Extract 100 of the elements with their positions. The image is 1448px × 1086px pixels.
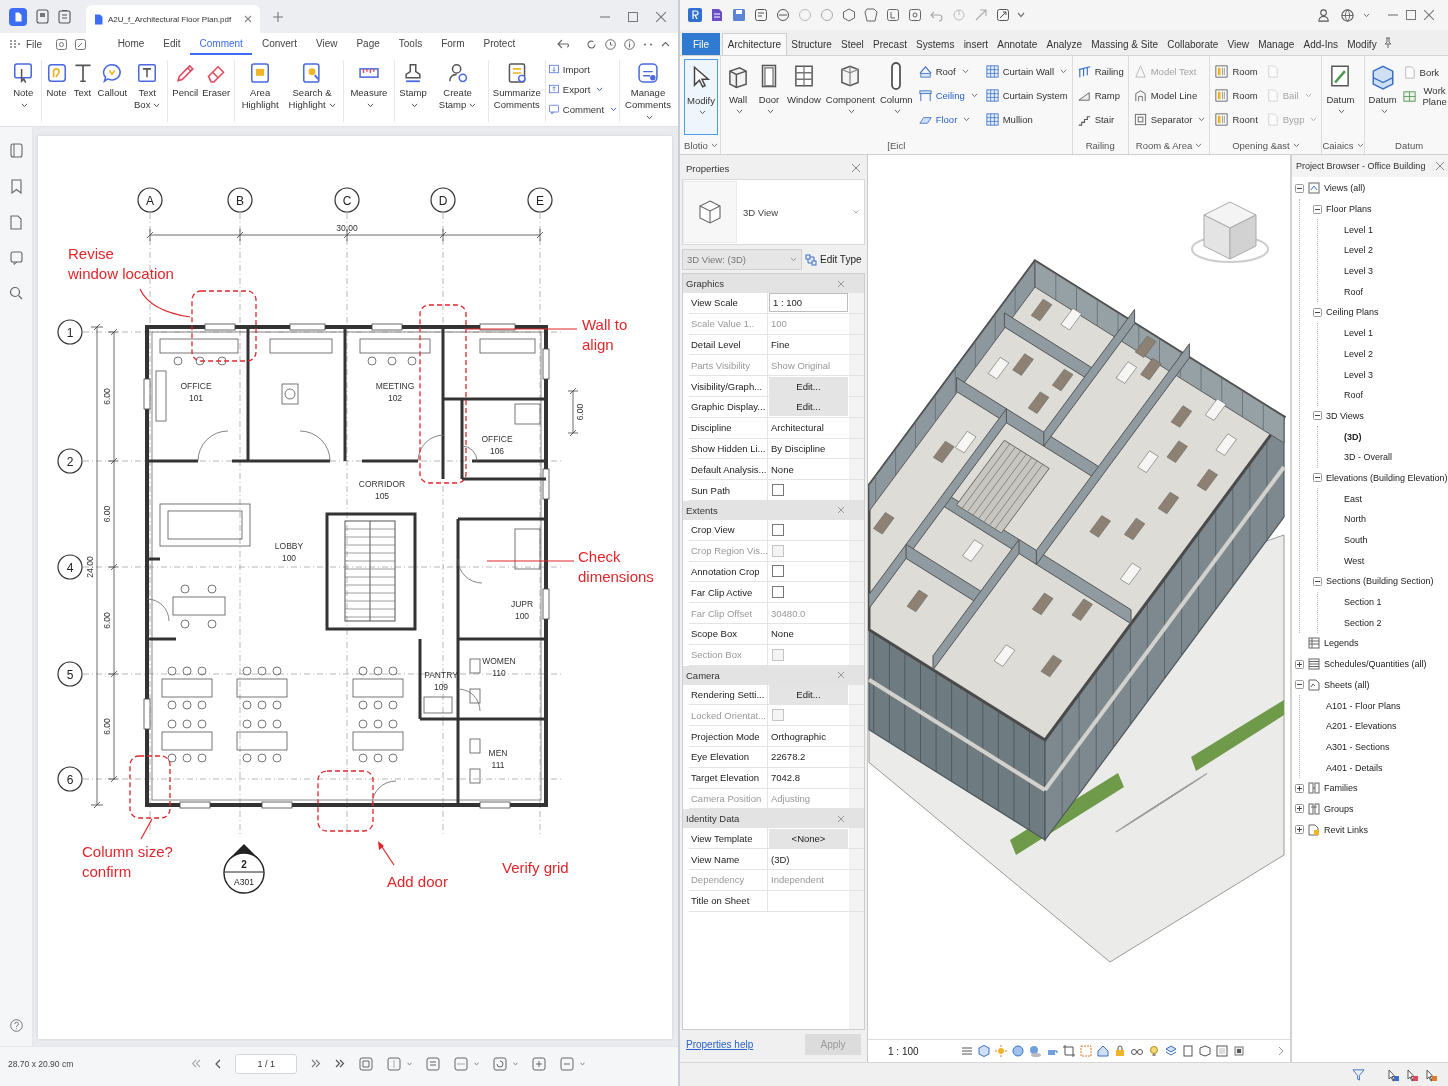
checkbox[interactable] xyxy=(772,565,784,578)
ribbon-tool-button[interactable]: Stamp xyxy=(396,60,430,111)
pointer-cube-icon[interactable] xyxy=(1424,1067,1438,1082)
ribbon-tab[interactable]: Manage xyxy=(1253,33,1299,55)
menu-tab[interactable]: Edit xyxy=(153,33,191,55)
edit-document-icon[interactable] xyxy=(75,38,87,50)
menu-tab[interactable]: Page xyxy=(346,33,390,55)
ribbon-tool-button[interactable]: Room xyxy=(1212,60,1260,82)
clock-icon[interactable] xyxy=(605,38,616,50)
ribbon-tool-button[interactable]: Column xyxy=(877,59,915,135)
lines-icon[interactable] xyxy=(959,1044,974,1058)
house-icon[interactable] xyxy=(1095,1044,1110,1058)
fit-width-icon[interactable] xyxy=(454,1056,469,1071)
property-button[interactable]: Edit... xyxy=(769,397,848,417)
ribbon-tool-button[interactable]: Stair xyxy=(1074,108,1126,130)
ribbon-tool-button[interactable]: Room xyxy=(1212,84,1260,106)
ribbon-tool-button[interactable]: Curtain Wall xyxy=(982,60,1070,82)
tree-item[interactable]: South xyxy=(1344,535,1368,546)
menu-tab[interactable]: Home xyxy=(108,33,154,55)
document-lines-icon[interactable] xyxy=(709,7,725,23)
shadow-icon[interactable] xyxy=(1027,1044,1042,1058)
tree-item[interactable]: North xyxy=(1344,514,1366,525)
document-icon[interactable] xyxy=(10,215,22,230)
ribbon-tool-button[interactable]: Datum xyxy=(1366,59,1399,135)
tree-item[interactable]: Roof xyxy=(1344,286,1363,297)
ribbon-tab[interactable]: Massing & Site xyxy=(1086,33,1163,55)
close-tab-icon[interactable] xyxy=(244,15,253,23)
search-icon[interactable] xyxy=(9,286,23,300)
ribbon-tool-button[interactable]: Curtain System xyxy=(982,84,1070,106)
panel-menu-button[interactable]: Room & Area xyxy=(1135,139,1203,151)
checkbox[interactable] xyxy=(772,484,784,497)
ribbon-tab[interactable]: insert xyxy=(959,33,993,55)
edit-type-button[interactable]: Edit Type xyxy=(805,253,862,266)
tree-item[interactable]: Views (all) xyxy=(1324,183,1366,194)
back-arrow-icon[interactable] xyxy=(556,39,569,49)
dropdown-icon[interactable] xyxy=(1363,12,1370,18)
clipboard-icon[interactable] xyxy=(58,9,71,24)
panel-menu-button[interactable]: Blotio xyxy=(684,139,718,151)
sphere-icon[interactable] xyxy=(1010,1044,1025,1058)
fit-page-icon[interactable] xyxy=(359,1056,374,1071)
ribbon-tool-button[interactable]: Door xyxy=(754,59,784,135)
minus-circle-icon[interactable] xyxy=(775,7,791,23)
tree-item[interactable]: 3D Views xyxy=(1326,410,1364,421)
collapse-toggle-icon[interactable] xyxy=(1313,411,1322,421)
tree-item[interactable]: Level 3 xyxy=(1344,266,1374,277)
two-page-icon[interactable] xyxy=(387,1056,402,1071)
save-icon[interactable] xyxy=(731,7,747,23)
ribbon-tool-button[interactable]: Work Plane xyxy=(1399,84,1448,108)
tree-item[interactable]: (3D) xyxy=(1344,431,1362,442)
pentagon-icon[interactable] xyxy=(863,7,879,23)
ribbon-tool-button[interactable]: Model Line xyxy=(1130,84,1208,106)
funnel-icon[interactable] xyxy=(1352,1068,1365,1081)
document-icon[interactable] xyxy=(885,7,901,23)
last-page-icon[interactable] xyxy=(335,1059,346,1068)
instance-dropdown[interactable]: 3D View: (3D) xyxy=(682,249,802,270)
tree-item[interactable]: Legends xyxy=(1324,638,1359,649)
ribbon-tool-button[interactable]: Floor xyxy=(915,108,980,130)
page-number-field[interactable]: 1 / 1 xyxy=(235,1053,298,1074)
ribbon-tab[interactable]: Modify xyxy=(1342,33,1382,55)
ribbon-tool-button[interactable]: Text xyxy=(69,60,96,99)
collapse-icon[interactable] xyxy=(838,507,844,514)
tree-item[interactable]: West xyxy=(1344,555,1365,566)
close-icon[interactable] xyxy=(1424,10,1434,20)
property-field[interactable]: 1 : 100 xyxy=(769,293,848,313)
zoom-out-icon[interactable] xyxy=(560,1056,575,1071)
tree-item[interactable]: Ceiling Plans xyxy=(1326,307,1379,318)
ribbon-tool-button[interactable]: Eraser xyxy=(200,60,233,99)
collapse-toggle-icon[interactable] xyxy=(1295,183,1304,193)
ribbon-tool-button[interactable]: Export xyxy=(547,81,618,97)
help-icon[interactable] xyxy=(9,1019,23,1032)
ribbon-tool-button[interactable]: Comment xyxy=(547,101,618,117)
ribbon-tool-button[interactable]: Pencil xyxy=(170,60,201,99)
ribbon-tool-button[interactable]: Roof xyxy=(915,60,980,82)
arrow-icon[interactable] xyxy=(973,7,989,23)
new-tab-icon[interactable] xyxy=(273,11,284,22)
ribbon-tab[interactable]: Systems xyxy=(911,33,960,55)
previous-page-icon[interactable] xyxy=(215,1058,222,1069)
ribbon-tab[interactable]: Precast xyxy=(868,33,912,55)
close-icon[interactable] xyxy=(1436,162,1444,170)
tree-item[interactable]: Level 2 xyxy=(1344,245,1374,256)
refresh-icon[interactable] xyxy=(586,38,597,50)
tree-item[interactable]: Families xyxy=(1324,783,1358,794)
ribbon-tool-button[interactable]: Bork xyxy=(1399,60,1448,84)
checkbox[interactable] xyxy=(772,586,784,599)
type-selector[interactable]: 3D View xyxy=(682,179,865,245)
dropdown-icon[interactable] xyxy=(1017,12,1025,18)
property-button[interactable]: Edit... xyxy=(769,376,848,396)
ribbon-tool-button[interactable]: Import xyxy=(547,61,618,77)
bookmark-icon[interactable] xyxy=(10,179,22,194)
collapse-icon[interactable] xyxy=(838,280,844,287)
app-logo-icon[interactable] xyxy=(9,7,27,26)
document-icon[interactable] xyxy=(907,7,923,23)
rotate-icon[interactable] xyxy=(493,1056,508,1071)
ribbon-tab[interactable]: Add-Ins xyxy=(1298,33,1343,55)
menu-tab[interactable]: Tools xyxy=(389,33,432,55)
crop-icon[interactable] xyxy=(1061,1044,1076,1058)
collapse-icon[interactable] xyxy=(838,815,844,822)
next-page-icon[interactable] xyxy=(311,1059,322,1068)
scroll-right-icon[interactable] xyxy=(1278,1046,1284,1056)
pointer-cube-icon[interactable] xyxy=(1405,1067,1419,1082)
